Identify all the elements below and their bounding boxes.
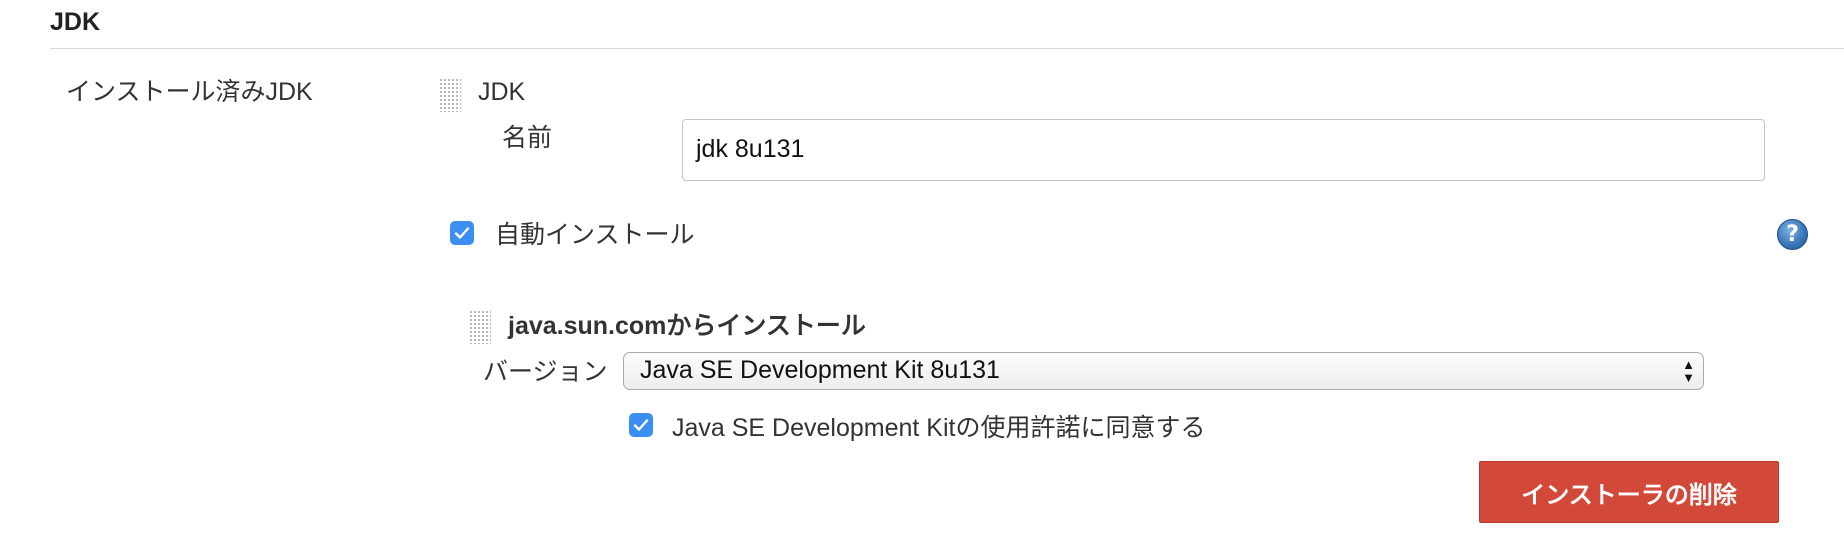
jdk-name-input[interactable]: jdk 8u131 xyxy=(682,119,1765,181)
checkmark-icon xyxy=(454,227,470,239)
version-label: バージョン xyxy=(483,358,608,386)
installed-jdk-label: インストール済みJDK xyxy=(66,78,313,106)
version-select[interactable]: Java SE Development Kit 8u131 ▲ ▼ xyxy=(623,352,1704,390)
jdk-block-header: JDK xyxy=(478,78,526,106)
checkmark-icon xyxy=(633,419,649,431)
name-label: 名前 xyxy=(502,124,553,152)
auto-install-label[interactable]: 自動インストール xyxy=(495,215,695,251)
license-agree-label[interactable]: Java SE Development Kitの使用許諾に同意する xyxy=(672,408,1205,444)
help-icon[interactable]: ? xyxy=(1777,219,1808,250)
installer-drag-handle-icon[interactable] xyxy=(469,310,491,344)
license-agree-checkbox[interactable] xyxy=(629,413,653,437)
version-select-value: Java SE Development Kit 8u131 xyxy=(640,356,1000,384)
delete-installer-button[interactable]: インストーラの削除 xyxy=(1479,461,1779,523)
installer-header: java.sun.comからインストール xyxy=(508,312,866,340)
jdk-config-page: JDK インストール済みJDK JDK 名前 jdk 8u131 自動インストー… xyxy=(0,0,1844,552)
section-divider xyxy=(50,48,1844,49)
section-title: JDK xyxy=(50,8,101,36)
updown-arrows-icon: ▲ ▼ xyxy=(1682,357,1695,385)
jdk-drag-handle-icon[interactable] xyxy=(439,78,461,112)
auto-install-checkbox[interactable] xyxy=(450,221,474,245)
